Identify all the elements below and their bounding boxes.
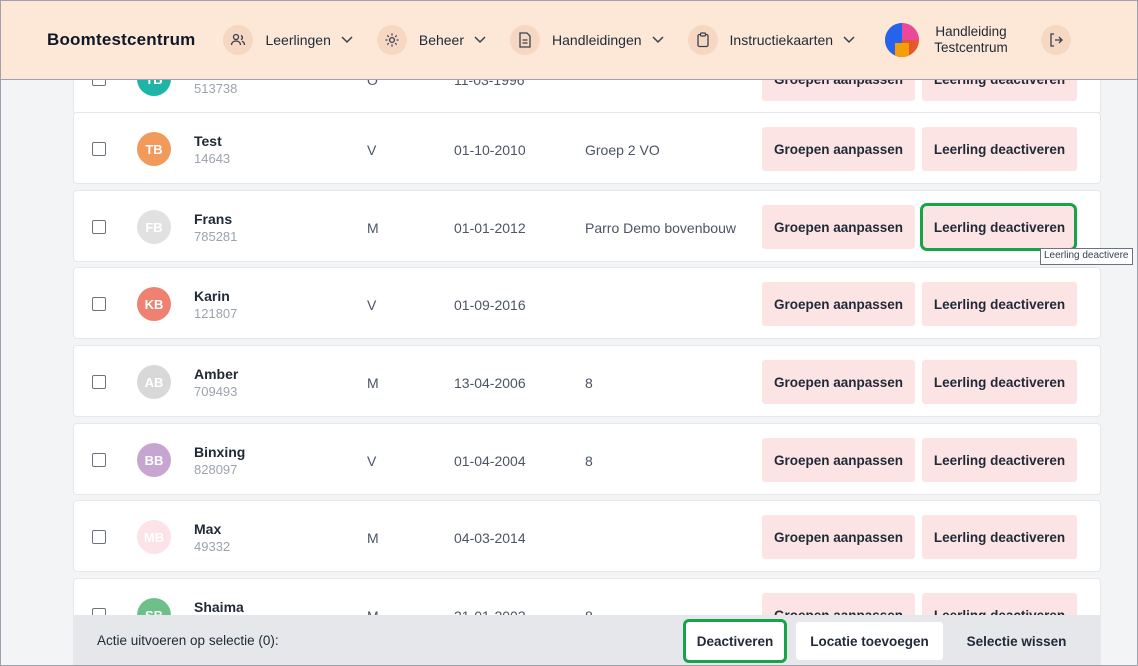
student-number: 513738 <box>194 81 238 96</box>
student-name: Test <box>194 133 222 149</box>
row-checkbox[interactable] <box>92 453 106 467</box>
table-row: AB Amber 709493 M 13-04-2006 8 Groepen a… <box>73 345 1101 417</box>
student-name: Amber <box>194 366 239 382</box>
selection-action-bar: Actie uitvoeren op selectie (0): Deactiv… <box>73 615 1101 666</box>
student-birthdate: 04-03-2014 <box>454 530 526 546</box>
chevron-down-icon <box>341 33 353 47</box>
table-row: BB Binxing 828097 V 01-04-2004 8 Groepen… <box>73 423 1101 495</box>
document-icon <box>510 25 541 55</box>
student-gender: V <box>367 297 377 313</box>
chevron-down-icon <box>843 33 855 47</box>
student-name: Binxing <box>194 444 246 460</box>
table-row: TB Test 14643 V 01-10-2010 Groep 2 VO Gr… <box>73 112 1101 184</box>
gear-icon <box>376 25 407 55</box>
nav-label: Instructiekaarten <box>729 32 834 48</box>
student-group: 8 <box>585 453 593 469</box>
student-group: Groep 2 VO <box>585 142 660 158</box>
clipboard-icon <box>687 25 718 55</box>
student-birthdate: 01-04-2004 <box>454 453 526 469</box>
student-name: Karin <box>194 288 230 304</box>
deactivate-student-button[interactable]: Leerling deactiveren <box>922 360 1077 404</box>
avatar: AB <box>137 365 171 399</box>
brand-logo[interactable]: Boomtestcentrum <box>47 30 195 50</box>
top-nav-bar: Boomtestcentrum Leerlingen Beheer Handle… <box>0 0 1138 80</box>
student-number: 49332 <box>194 539 231 554</box>
student-group: Parro Demo bovenbouw <box>585 220 736 236</box>
edit-groups-button[interactable]: Groepen aanpassen <box>762 282 915 326</box>
student-birthdate: 01-09-2016 <box>454 297 526 313</box>
deactivate-student-button[interactable]: Leerling deactiveren <box>922 438 1077 482</box>
avatar: BB <box>137 443 171 477</box>
nav-label: Leerlingen <box>265 32 331 48</box>
edit-groups-button[interactable]: Groepen aanpassen <box>762 515 915 559</box>
selection-label: Actie uitvoeren op selectie (0): <box>97 633 279 648</box>
edit-groups-button[interactable]: Groepen aanpassen <box>762 127 915 171</box>
deactivate-student-button[interactable]: Leerling deactiveren <box>922 127 1077 171</box>
nav-instructiekaarten[interactable]: Instructiekaarten <box>687 25 856 55</box>
row-checkbox[interactable] <box>92 220 106 234</box>
row-checkbox[interactable] <box>92 375 106 389</box>
avatar: MB <box>137 520 171 554</box>
nav-leerlingen[interactable]: Leerlingen <box>223 25 353 55</box>
student-birthdate: 13-04-2006 <box>454 375 526 391</box>
add-location-button[interactable]: Locatie toevoegen <box>796 622 943 660</box>
table-row: MB Max 49332 M 04-03-2014 Groepen aanpas… <box>73 500 1101 572</box>
clear-selection-button[interactable]: Selectie wissen <box>948 622 1085 660</box>
avatar: FB <box>137 210 171 244</box>
row-checkbox[interactable] <box>92 297 106 311</box>
student-birthdate: 01-10-2010 <box>454 142 526 158</box>
student-number: 828097 <box>194 462 238 477</box>
deactivate-selection-button[interactable]: Deactiveren <box>683 619 787 663</box>
tooltip: Leerling deactivere <box>1040 248 1133 265</box>
edit-groups-button[interactable]: Groepen aanpassen <box>762 438 915 482</box>
row-checkbox[interactable] <box>92 530 106 544</box>
nav-handleidingen[interactable]: Handleidingen <box>510 25 664 55</box>
avatar: TB <box>137 132 171 166</box>
nav-beheer[interactable]: Beheer <box>376 25 486 55</box>
nav-label: Handleidingen <box>552 32 642 48</box>
student-gender: M <box>367 375 379 391</box>
student-gender: M <box>367 530 379 546</box>
student-group: 8 <box>585 375 593 391</box>
student-birthdate: 01-01-2012 <box>454 220 526 236</box>
avatar <box>885 23 920 57</box>
student-gender: V <box>367 142 377 158</box>
logout-icon[interactable] <box>1041 25 1072 55</box>
student-name: Max <box>194 521 222 537</box>
deactivate-student-button[interactable]: Leerling deactiveren <box>922 515 1077 559</box>
student-gender: M <box>367 220 379 236</box>
student-number: 121807 <box>194 306 238 321</box>
edit-groups-button[interactable]: Groepen aanpassen <box>762 360 915 404</box>
nav-label: Beheer <box>418 32 465 48</box>
chevron-down-icon <box>652 33 664 47</box>
users-icon <box>223 25 254 55</box>
user-name: Handleiding Testcentrum <box>934 24 1008 55</box>
table-row: KB Karin 121807 V 01-09-2016 Groepen aan… <box>73 267 1101 339</box>
user-menu[interactable]: Handleiding Testcentrum <box>885 23 1011 57</box>
row-checkbox[interactable] <box>92 142 106 156</box>
student-name: Frans <box>194 211 233 227</box>
deactivate-student-button[interactable]: Leerling deactiveren <box>922 282 1077 326</box>
avatar: KB <box>137 287 171 321</box>
student-gender: V <box>367 453 377 469</box>
chevron-down-icon <box>474 33 486 47</box>
highlight-box <box>920 203 1077 251</box>
student-number: 14643 <box>194 151 231 166</box>
student-name: Shaima <box>194 599 244 615</box>
student-number: 709493 <box>194 384 238 399</box>
student-number: 785281 <box>194 229 238 244</box>
edit-groups-button[interactable]: Groepen aanpassen <box>762 205 915 249</box>
